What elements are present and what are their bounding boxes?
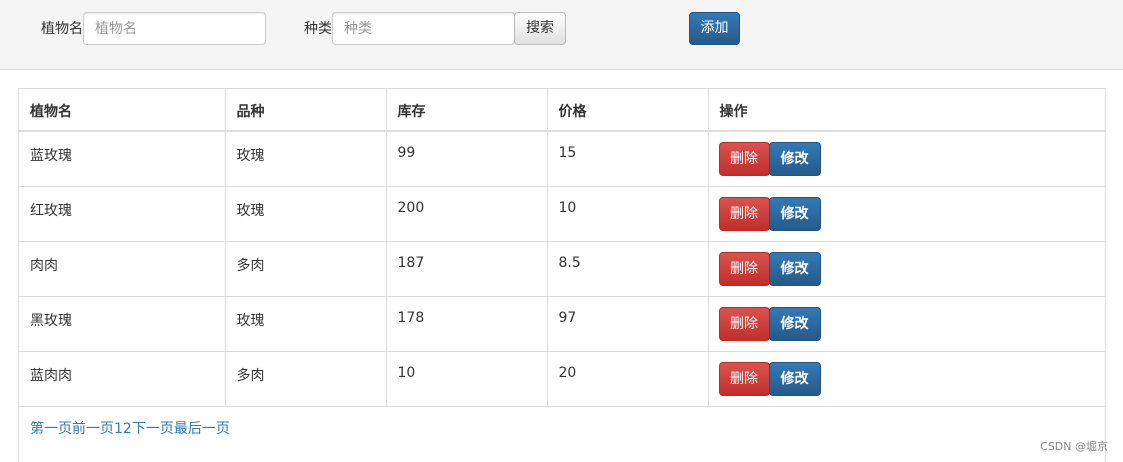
delete-button[interactable]: 删除 [718, 361, 770, 396]
table-row: 蓝肉肉 多肉 10 20 删除 修改 [19, 351, 1105, 406]
type-input[interactable] [332, 12, 515, 45]
cell-actions: 删除 修改 [708, 351, 1105, 406]
cell-variety: 玫瑰 [225, 186, 387, 241]
page-link-2[interactable]: 2 [123, 421, 132, 437]
cell-stock: 10 [386, 351, 548, 406]
watermark: CSDN @堀京 [1040, 440, 1108, 453]
table-row: 黑玫瑰 玫瑰 178 97 删除 修改 [19, 296, 1105, 351]
cell-price: 15 [547, 131, 709, 186]
pagination: 第一页前一页12下一页最后一页 [30, 419, 230, 439]
cell-actions: 删除 修改 [708, 241, 1105, 296]
header-price: 价格 [547, 89, 709, 132]
header-plant-name: 植物名 [19, 89, 226, 132]
search-toolbar: 植物名 种类 搜索 添加 [0, 0, 1123, 70]
cell-variety: 多肉 [225, 351, 387, 406]
cell-plant-name: 蓝肉肉 [19, 351, 226, 406]
plant-table: 植物名 品种 库存 价格 操作 蓝玫瑰 玫瑰 99 15 删除 修改 红玫瑰 玫瑰… [19, 89, 1105, 407]
add-button[interactable]: 添加 [689, 12, 740, 45]
cell-price: 10 [547, 186, 709, 241]
table-row: 肉肉 多肉 187 8.5 删除 修改 [19, 241, 1105, 296]
edit-button[interactable]: 修改 [768, 361, 821, 396]
header-stock: 库存 [386, 89, 548, 132]
cell-variety: 多肉 [225, 241, 387, 296]
table-row: 蓝玫瑰 玫瑰 99 15 删除 修改 [19, 131, 1105, 186]
page-link-1[interactable]: 1 [114, 421, 123, 437]
first-page-link[interactable]: 第一页 [30, 421, 72, 437]
cell-actions: 删除 修改 [708, 296, 1105, 351]
cell-stock: 178 [386, 296, 548, 351]
cell-stock: 200 [386, 186, 548, 241]
plant-table-panel: 植物名 品种 库存 价格 操作 蓝玫瑰 玫瑰 99 15 删除 修改 红玫瑰 玫瑰… [18, 88, 1106, 462]
edit-button[interactable]: 修改 [768, 196, 821, 231]
plant-name-label: 植物名 [41, 21, 83, 37]
cell-plant-name: 蓝玫瑰 [19, 131, 226, 186]
table-row: 红玫瑰 玫瑰 200 10 删除 修改 [19, 186, 1105, 241]
delete-button[interactable]: 删除 [718, 306, 770, 341]
edit-button[interactable]: 修改 [768, 142, 821, 176]
type-label: 种类 [304, 21, 332, 37]
cell-plant-name: 肉肉 [19, 241, 226, 296]
search-button[interactable]: 搜索 [514, 12, 566, 45]
cell-variety: 玫瑰 [225, 296, 387, 351]
delete-button[interactable]: 删除 [718, 196, 770, 231]
cell-plant-name: 黑玫瑰 [19, 296, 226, 351]
cell-actions: 删除 修改 [708, 186, 1105, 241]
header-variety: 品种 [225, 89, 387, 132]
edit-button[interactable]: 修改 [768, 306, 821, 341]
header-actions: 操作 [708, 89, 1105, 132]
cell-price: 97 [547, 296, 709, 351]
last-page-link[interactable]: 最后一页 [174, 421, 230, 437]
cell-plant-name: 红玫瑰 [19, 186, 226, 241]
next-page-link[interactable]: 下一页 [132, 421, 174, 437]
edit-button[interactable]: 修改 [768, 251, 821, 286]
delete-button[interactable]: 删除 [718, 251, 770, 286]
cell-price: 20 [547, 351, 709, 406]
table-header-row: 植物名 品种 库存 价格 操作 [19, 89, 1105, 132]
cell-actions: 删除 修改 [708, 131, 1105, 186]
delete-button[interactable]: 删除 [718, 142, 770, 176]
plant-name-input[interactable] [83, 12, 266, 45]
cell-price: 8.5 [547, 241, 709, 296]
cell-stock: 187 [386, 241, 548, 296]
prev-page-link[interactable]: 前一页 [72, 421, 114, 437]
cell-variety: 玫瑰 [225, 131, 387, 186]
cell-stock: 99 [386, 131, 548, 186]
